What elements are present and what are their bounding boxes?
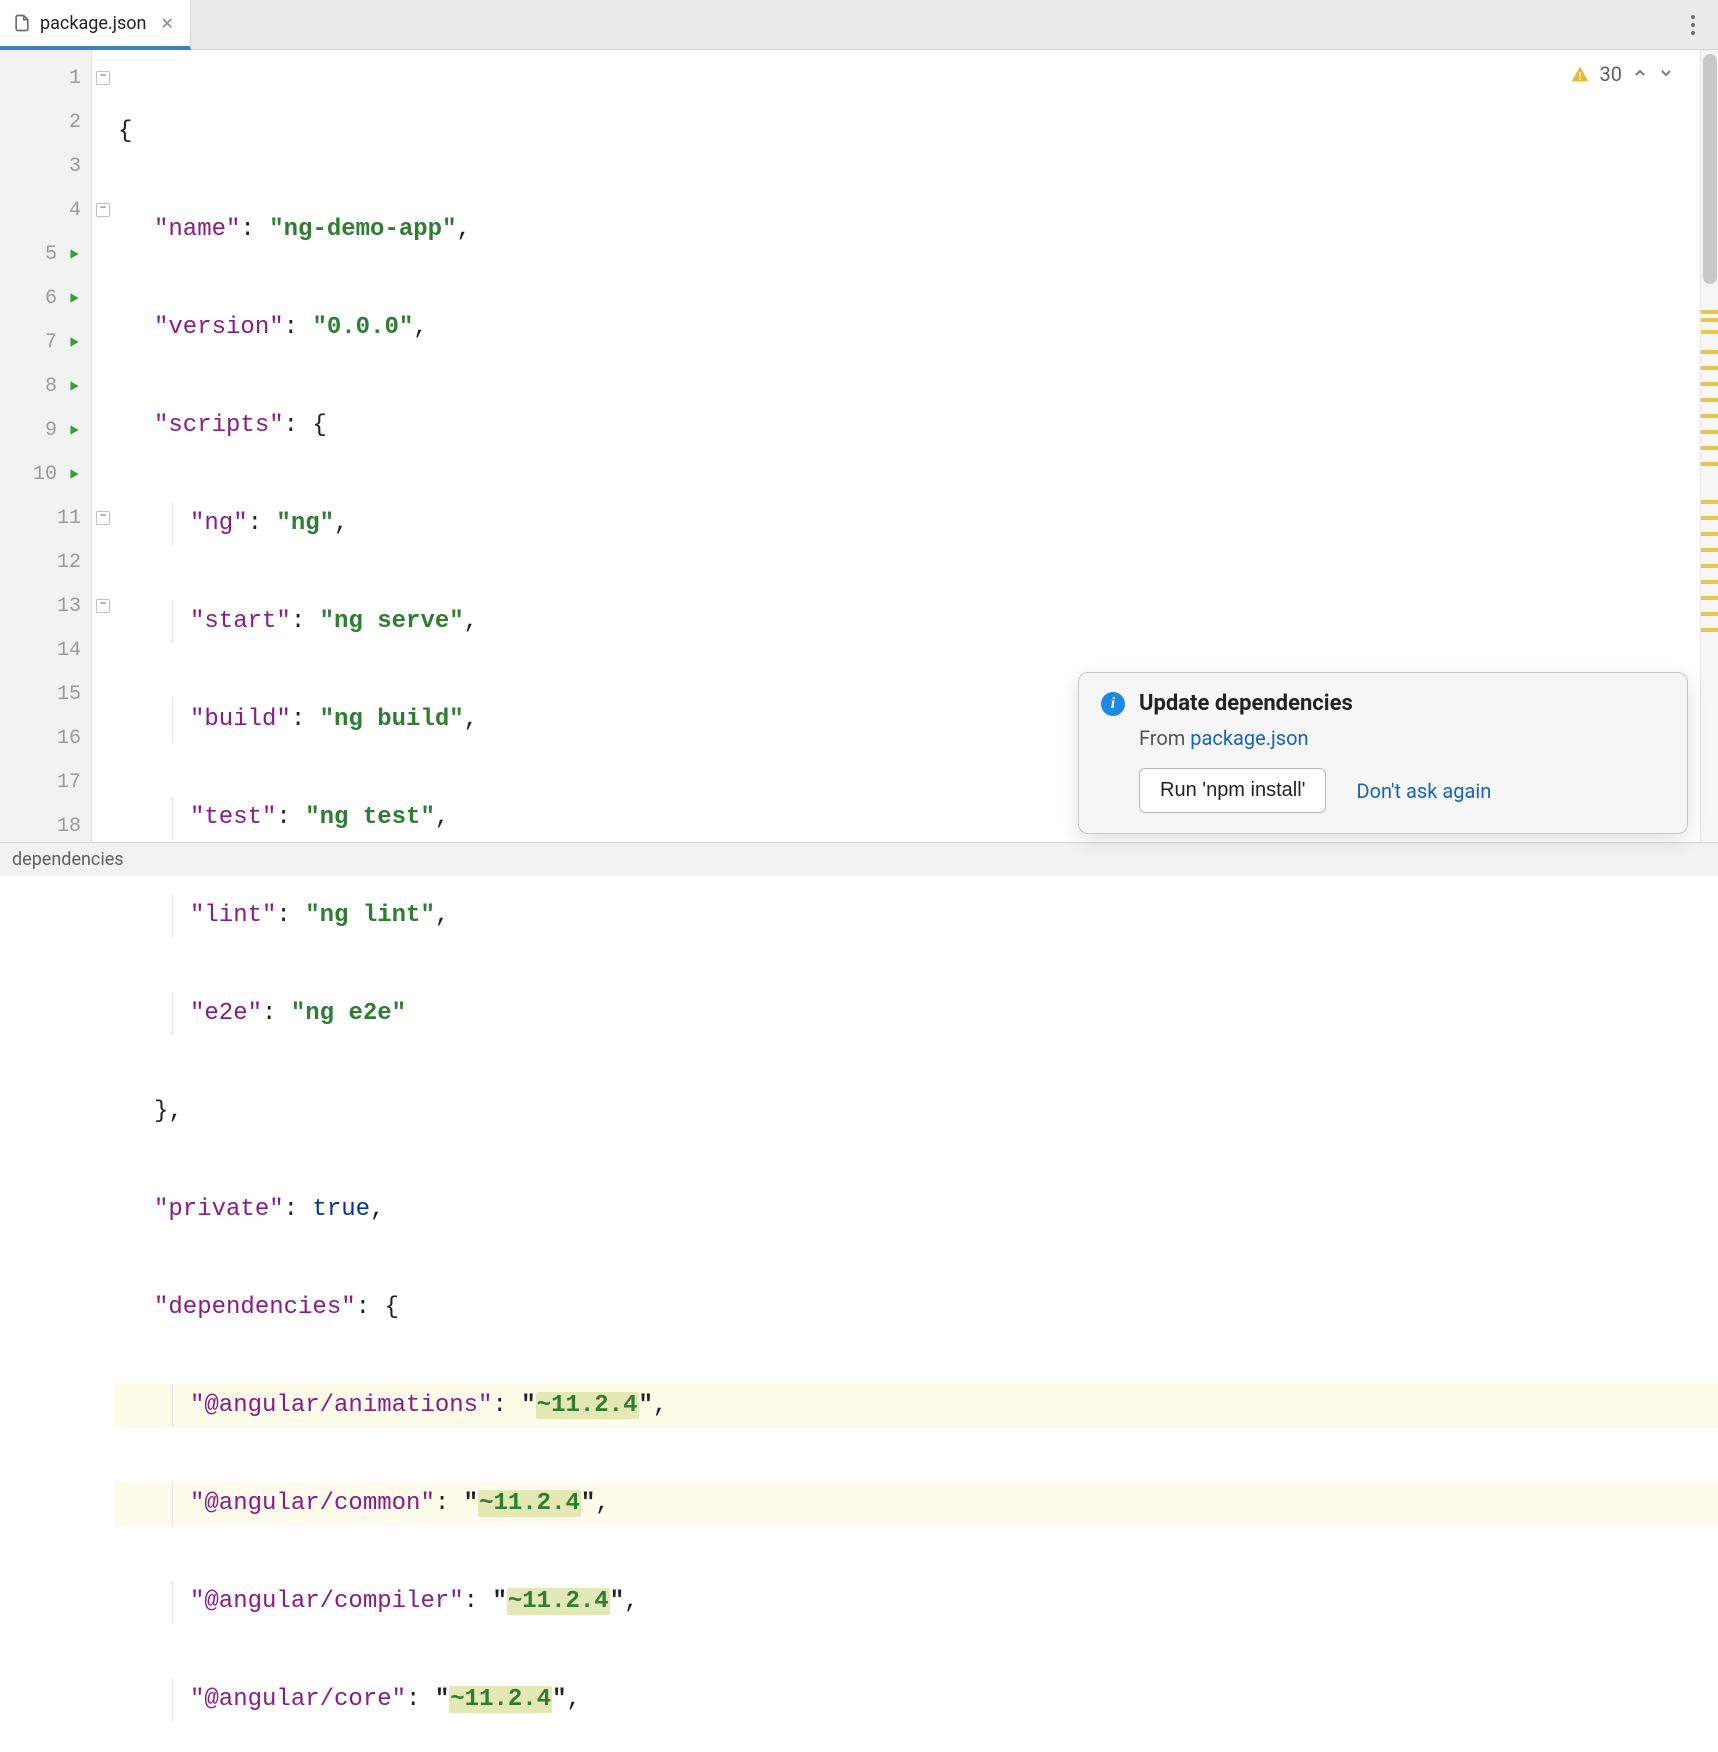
update-deps-popup: i Update dependencies From package.json … [1078,672,1688,834]
gutter-line[interactable]: 14 [0,628,91,672]
tab-bar: package.json ✕ [0,0,1718,50]
popup-title: Update dependencies [1139,691,1353,716]
gutter-line[interactable]: 9 [0,408,91,452]
gutter-line[interactable]: 4 [0,188,91,232]
gutter-line[interactable]: 10 [0,452,91,496]
gutter-line[interactable]: 12 [0,540,91,584]
gutter-line[interactable]: 16 [0,716,91,760]
gutter-line[interactable]: 2 [0,100,91,144]
fold-toggle[interactable] [96,599,110,613]
run-npm-install-button[interactable]: Run 'npm install' [1139,768,1326,813]
run-icon[interactable] [67,291,81,305]
fold-toggle[interactable] [96,71,110,85]
tab-more-button[interactable] [1668,0,1718,49]
run-icon[interactable] [67,379,81,393]
gutter-line[interactable]: 8 [0,364,91,408]
gutter-line[interactable]: 13 [0,584,91,628]
dont-ask-again-link[interactable]: Don't ask again [1356,779,1491,803]
run-icon[interactable] [67,467,81,481]
run-icon[interactable] [67,335,81,349]
breadcrumb[interactable]: dependencies [12,849,124,870]
gutter-line[interactable]: 15 [0,672,91,716]
gutter-line[interactable]: 6 [0,276,91,320]
gutter-line[interactable]: 1 [0,56,91,100]
scroll-thumb[interactable] [1703,54,1717,284]
run-icon[interactable] [67,423,81,437]
fold-column [92,50,114,842]
info-icon: i [1101,692,1125,716]
gutter-line[interactable]: 18 [0,804,91,848]
gutter-line[interactable]: 11 [0,496,91,540]
gutter-line[interactable]: 3 [0,144,91,188]
gutter-line[interactable]: 5 [0,232,91,276]
tab-package-json[interactable]: package.json ✕ [0,0,191,50]
popup-subtitle: From package.json [1139,726,1665,750]
fold-toggle[interactable] [96,511,110,525]
run-icon[interactable] [67,247,81,261]
popup-file-link[interactable]: package.json [1190,726,1308,750]
scrollbar[interactable] [1700,50,1718,842]
json-file-icon [12,13,32,33]
gutter-line[interactable]: 7 [0,320,91,364]
gutter-line[interactable]: 17 [0,760,91,804]
fold-toggle[interactable] [96,203,110,217]
close-icon[interactable]: ✕ [160,14,173,33]
tab-label: package.json [40,13,146,34]
gutter: 123456789101112131415161718 [0,50,92,842]
